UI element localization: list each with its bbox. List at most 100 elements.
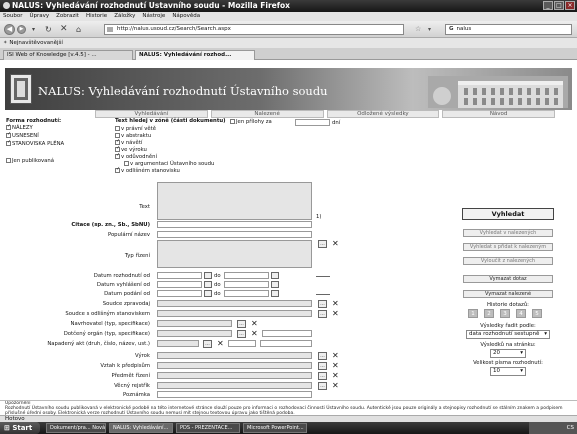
dropdown-icon[interactable]: ▾ xyxy=(32,25,35,34)
datum-rozhodnuti-do-input[interactable] xyxy=(224,272,269,279)
history-page[interactable]: 4 xyxy=(516,309,526,318)
soudce-odlisne-input[interactable] xyxy=(157,310,312,317)
taskbar-item[interactable]: Microsoft PowerPoint... xyxy=(243,423,307,433)
predmet-picker-button[interactable]: ... xyxy=(318,372,327,380)
calendar-icon[interactable] xyxy=(271,281,279,288)
datum-rozhodnuti-od-input[interactable] xyxy=(157,272,202,279)
text-input[interactable] xyxy=(157,182,312,220)
datum-vyhlaseni-do-input[interactable] xyxy=(224,281,269,288)
history-page[interactable]: 3 xyxy=(500,309,510,318)
tab-isi[interactable]: ISI Web of Knowledge [v.4.5] - ... xyxy=(3,50,133,60)
published-only[interactable]: Jen publikovaná xyxy=(6,158,54,164)
soudce-picker-button[interactable]: ... xyxy=(318,300,327,308)
tab-odlozene[interactable]: Odložené výsledky xyxy=(326,110,440,118)
start-button[interactable]: ⊞ Start xyxy=(0,422,40,434)
maximize-button[interactable]: □ xyxy=(554,1,564,10)
datum-vyhlaseni-od-input[interactable] xyxy=(157,281,202,288)
sort-select[interactable]: data rozhodnutí sestupně ▾ xyxy=(466,330,550,339)
zone-abstrakt[interactable]: v abstraktu xyxy=(115,133,151,139)
per-page-select[interactable]: 20 ▾ xyxy=(490,349,526,358)
soudce-odlisne-picker-button[interactable]: ... xyxy=(318,310,327,318)
datum-podani-do-input[interactable] xyxy=(224,290,269,297)
search-input[interactable]: Gnalus xyxy=(445,24,572,35)
search-engine-icon[interactable]: G xyxy=(449,26,454,32)
menu-nastroje[interactable]: Nástroje xyxy=(142,12,165,21)
calendar-icon[interactable] xyxy=(271,290,279,297)
tab-nalezene[interactable]: Nalezené xyxy=(210,110,324,118)
clear-query-button[interactable]: Vymazat dotaz xyxy=(463,275,553,283)
navrhovatel-input[interactable] xyxy=(157,320,232,327)
vyrok-picker-button[interactable]: ... xyxy=(318,352,327,360)
history-page[interactable]: 1 xyxy=(468,309,478,318)
bookmark-star-icon[interactable]: ☆ xyxy=(415,25,421,34)
history-page[interactable]: 2 xyxy=(484,309,494,318)
typ-rizeni-clear-icon[interactable]: ✕ xyxy=(332,240,339,248)
predmet-input[interactable] xyxy=(157,372,312,379)
navrhovatel-clear-icon[interactable]: ✕ xyxy=(251,320,258,328)
datum-podani-od-input[interactable] xyxy=(157,290,202,297)
dotceny-input[interactable] xyxy=(157,330,232,337)
zone-pravni-veta[interactable]: v právní větě xyxy=(115,126,156,132)
citace-input[interactable] xyxy=(157,221,312,228)
menu-historie[interactable]: Historie xyxy=(86,12,107,21)
forward-button[interactable]: ▶ xyxy=(17,25,26,34)
vztah-picker-button[interactable]: ... xyxy=(318,362,327,370)
calendar-icon[interactable] xyxy=(271,272,279,279)
vecny-picker-button[interactable]: ... xyxy=(318,382,327,390)
soudce-clear-icon[interactable]: ✕ xyxy=(332,300,339,308)
search-in-found-button[interactable]: Vyhledat v nalezených xyxy=(463,229,553,237)
url-bar[interactable]: http://nalus.usoud.cz/Search/Search.aspx xyxy=(104,24,404,35)
zone-odlisne[interactable]: v odlišném stanovisku xyxy=(115,166,180,174)
reload-icon[interactable]: ↻ xyxy=(45,25,52,34)
calendar-icon[interactable] xyxy=(204,290,212,297)
taskbar-item[interactable]: PDS - PREZENTACE... xyxy=(176,423,240,433)
home-icon[interactable]: ⌂ xyxy=(76,25,81,34)
calendar-icon[interactable] xyxy=(204,281,212,288)
dotceny-clear-icon[interactable]: ✕ xyxy=(251,330,258,338)
vztah-clear-icon[interactable]: ✕ xyxy=(332,362,339,370)
napadeny-clear-icon[interactable]: ✕ xyxy=(217,340,224,348)
popularni-input[interactable] xyxy=(157,231,312,238)
history-page[interactable]: 5 xyxy=(532,309,542,318)
checkbox[interactable] xyxy=(6,158,11,163)
napadeny-cislo-input[interactable] xyxy=(228,340,256,347)
calendar-icon[interactable] xyxy=(204,272,212,279)
language-indicator[interactable]: CS xyxy=(567,425,574,431)
dotceny-picker-button[interactable]: ... xyxy=(237,330,246,338)
checkbox[interactable] xyxy=(6,139,11,146)
tab-nalus[interactable]: NALUS: Vyhledávání rozhod... xyxy=(135,50,255,60)
vyrok-clear-icon[interactable]: ✕ xyxy=(332,352,339,360)
poznamka-input[interactable] xyxy=(157,391,312,398)
back-button[interactable]: ◀ xyxy=(4,24,15,35)
zone-argumentace[interactable]: v argumentaci Ústavního soudu xyxy=(124,161,214,167)
checkbox[interactable] xyxy=(6,131,11,138)
menu-napoveda[interactable]: Nápověda xyxy=(172,12,200,21)
forma-stanoviska[interactable]: STANOVISKA PLÉNA xyxy=(6,139,64,147)
menu-zobrazit[interactable]: Zobrazit xyxy=(56,12,79,21)
typ-rizeni-list[interactable] xyxy=(157,240,312,268)
tab-navod[interactable]: Návod xyxy=(442,110,555,118)
search-button[interactable]: Vyhledat xyxy=(462,208,554,220)
stop-icon[interactable]: ✕ xyxy=(60,25,68,34)
close-button[interactable]: × xyxy=(565,1,575,10)
font-size-select[interactable]: 10 ▾ xyxy=(490,367,526,376)
minimize-button[interactable]: _ xyxy=(543,1,553,10)
vyrok-input[interactable] xyxy=(157,352,312,359)
attachments-days-input[interactable] xyxy=(295,119,330,126)
typ-rizeni-picker-button[interactable]: ... xyxy=(318,240,327,248)
clear-found-button[interactable]: Vymazat nalezené xyxy=(463,290,553,298)
menu-zalozky[interactable]: Záložky xyxy=(114,12,135,21)
napadeny-nazev-input[interactable] xyxy=(260,340,312,347)
soudce-input[interactable] xyxy=(157,300,312,307)
vecny-clear-icon[interactable]: ✕ xyxy=(332,382,339,390)
predmet-clear-icon[interactable]: ✕ xyxy=(332,372,339,380)
attachments-only[interactable]: Jen přílohy za xyxy=(230,119,272,125)
checkbox[interactable] xyxy=(6,123,11,130)
url-dropdown-icon[interactable]: ▾ xyxy=(428,25,431,34)
taskbar-item[interactable]: NALUS: Vyhledávání... xyxy=(109,423,173,433)
bookmark-most-visited[interactable]: Nejnavštěvovanější xyxy=(9,40,63,46)
vecny-input[interactable] xyxy=(157,382,312,389)
napadeny-picker-button[interactable]: ... xyxy=(203,340,212,348)
tab-vyhledavani[interactable]: Vyhledávání xyxy=(95,110,208,118)
zone-oduvodneni[interactable]: v odůvodnění xyxy=(115,152,157,160)
